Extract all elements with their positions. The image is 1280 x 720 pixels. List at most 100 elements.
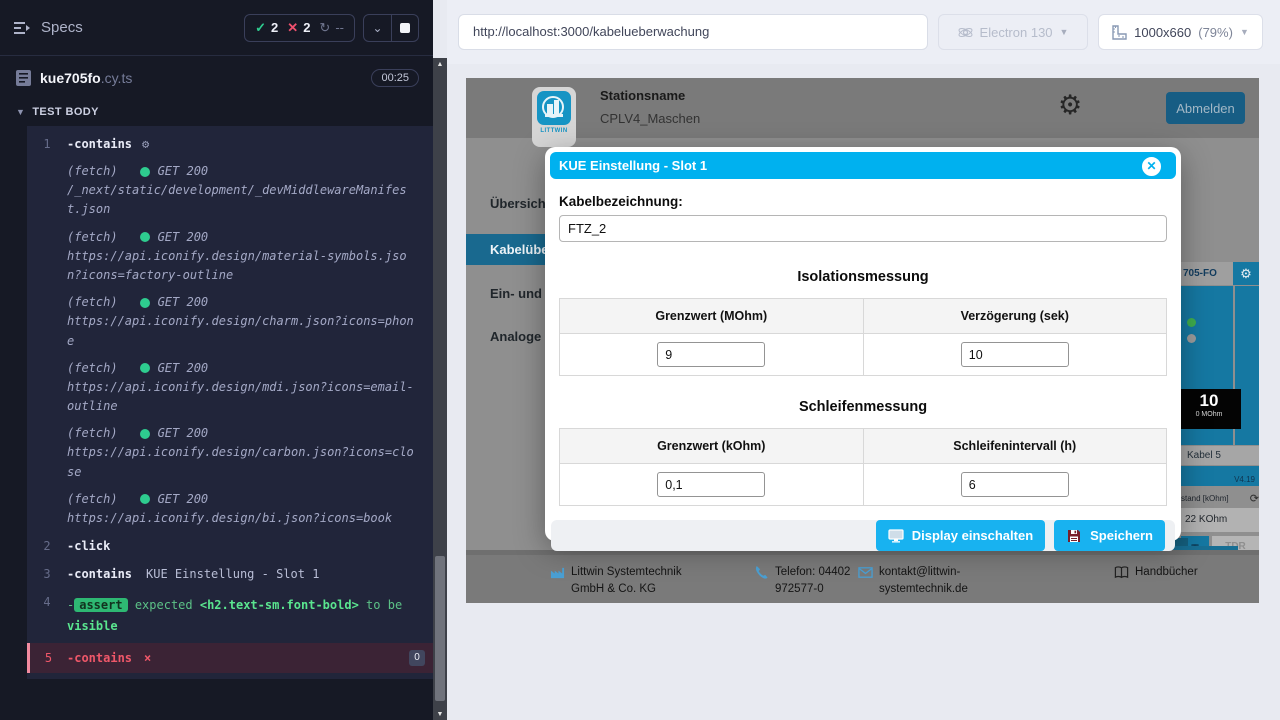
isolation-table: Grenzwert (MOhm) Verzögerung (sek) (559, 298, 1167, 376)
scroll-up-icon[interactable]: ▲ (433, 58, 447, 70)
command-name: -contains (67, 137, 132, 151)
assert-badge: assert (74, 598, 127, 612)
logout-button[interactable]: Abmelden (1166, 92, 1245, 124)
fetch-url: https://api.iconify.design/carbon.json?i… (67, 443, 419, 481)
measurement-display: 10 0 MOhm (1177, 389, 1241, 429)
scrollbar-thumb[interactable] (435, 556, 445, 701)
loop-section-title: Schleifenmessung (559, 399, 1167, 415)
spec-row[interactable]: kue705fo.cy.ts 00:25 (0, 56, 433, 97)
browser-label: Electron 130 (980, 25, 1053, 40)
run-controls: ⌄ (363, 14, 419, 42)
command-number (27, 424, 67, 482)
status-ok-icon (140, 494, 150, 504)
loop-interval-input[interactable] (961, 472, 1069, 497)
specs-menu-icon[interactable] (14, 21, 31, 35)
cable-name-input[interactable] (559, 215, 1167, 242)
passed-icon: ✓ (255, 20, 266, 36)
isolation-delay-input[interactable] (961, 342, 1069, 367)
command-row[interactable]: 2 -click (27, 532, 433, 560)
phone-icon (754, 565, 769, 580)
chevron-down-icon: ▼ (1240, 27, 1249, 37)
fetch-log-row[interactable]: (fetch)GET 200 https://api.iconify.desig… (27, 486, 433, 532)
browser-icon (958, 25, 973, 40)
fetch-log-row[interactable]: (fetch)GET 200 https://api.iconify.desig… (27, 224, 433, 290)
status-ok-icon (140, 429, 150, 439)
logo-text: LITTWIN (532, 128, 576, 134)
display-icon (888, 529, 904, 543)
fetch-log-row[interactable]: (fetch)GET 200 /_next/static/development… (27, 158, 433, 224)
fetch-prefix: (fetch) (67, 359, 118, 378)
assert-text: expected (135, 598, 193, 612)
fetch-prefix: (fetch) (67, 228, 118, 247)
assert-row[interactable]: 4 -assert expected <h2.text-sm.font-bold… (27, 588, 433, 643)
device-card-title: 705-FO (1181, 262, 1233, 285)
command-number: 4 (27, 595, 67, 609)
collapse-button[interactable]: ⌄ (364, 15, 391, 41)
command-log: 1 -contains ⚙ (fetch)GET 200 /_next/stat… (27, 126, 433, 679)
nav-item-uebersicht[interactable]: Übersicht (466, 196, 550, 211)
loop-limit-input[interactable] (657, 472, 765, 497)
retry-count-badge: 0 (409, 650, 425, 666)
status-ok-icon (140, 298, 150, 308)
fetch-log-row[interactable]: (fetch)GET 200 https://api.iconify.desig… (27, 289, 433, 355)
fetch-status: GET 200 (158, 162, 209, 181)
reporter-scrollbar[interactable]: ▲ ▼ (433, 58, 447, 720)
status-gray-dot (1187, 334, 1196, 343)
fetch-status: GET 200 (158, 228, 209, 247)
command-name: -contains (67, 567, 132, 581)
modal-close-button[interactable]: ✕ (1140, 155, 1163, 178)
viewport-select[interactable]: 1000x660 (79%) ▼ (1098, 14, 1263, 50)
command-number: 3 (27, 567, 67, 581)
station-label: Stationsname (600, 88, 700, 103)
loop-table: Grenzwert (kOhm) Schleifenintervall (h) (559, 428, 1167, 506)
command-number: 1 (27, 137, 67, 151)
littwin-logo-icon (537, 91, 571, 125)
fetch-log-row[interactable]: (fetch)GET 200 https://api.iconify.desig… (27, 355, 433, 421)
app-footer: Littwin Systemtechnik GmbH & Co. KG Tele… (466, 555, 1259, 603)
fetch-prefix: (fetch) (67, 424, 118, 443)
assert-selector: <h2.text-sm.font-bold> (200, 598, 359, 612)
command-number: 2 (27, 539, 67, 553)
status-ok-icon (140, 167, 150, 177)
command-row[interactable]: 1 -contains ⚙ (27, 130, 433, 158)
display-unit: 0 MOhm (1177, 411, 1241, 418)
fetch-status: GET 200 (158, 359, 209, 378)
refresh-icon[interactable]: ⟳ (1250, 492, 1259, 505)
stop-button[interactable] (391, 15, 418, 41)
reporter-header: Specs ✓2 ✕2 ↻-- ⌄ (0, 0, 433, 56)
display-on-button[interactable]: Display einschalten (876, 520, 1045, 551)
command-number (27, 490, 67, 528)
kabel-label: Kabel 5 (1181, 445, 1259, 465)
command-row[interactable]: 3 -contains KUE Einstellung - Slot 1 (27, 560, 433, 588)
fetch-url: /_next/static/development/_devMiddleware… (67, 181, 419, 219)
fetch-log-row[interactable]: (fetch)GET 200 https://api.iconify.desig… (27, 420, 433, 486)
display-value: 10 (1177, 391, 1241, 411)
modal-footer: Display einschalten Speichern (551, 520, 1175, 551)
contact-email[interactable]: kontakt@littwin-systemtechnik.de (879, 564, 989, 599)
topbar: http://localhost:3000/kabelueberwachung … (447, 0, 1280, 64)
test-body-header[interactable]: ▼ TEST BODY (0, 97, 433, 126)
app-settings-gear-icon[interactable]: ⚙ (1058, 90, 1082, 121)
url-input[interactable]: http://localhost:3000/kabelueberwachung (458, 14, 928, 50)
email-icon (858, 565, 873, 580)
scroll-down-icon[interactable]: ▼ (433, 708, 447, 720)
device-gear-icon[interactable]: ⚙ (1233, 262, 1259, 285)
manuals-link[interactable]: Handbücher (1135, 564, 1198, 581)
command-number (27, 293, 67, 351)
kue-device-card: 705-FO ⚙ 10 0 MOhm Kabel 5 V4.19 stand [… (1181, 262, 1259, 545)
isolation-limit-input[interactable] (657, 342, 765, 367)
browser-select[interactable]: Electron 130 ▼ (938, 14, 1088, 50)
save-button[interactable]: Speichern (1054, 520, 1165, 551)
fetch-status: GET 200 (158, 490, 209, 509)
kue-settings-modal: KUE Einstellung - Slot 1 ✕ Kabelbezeichn… (545, 147, 1181, 541)
pending-icon: ↻ (319, 20, 330, 36)
cypress-reporter-panel: Specs ✓2 ✕2 ↻-- ⌄ kue705fo.cy.ts 00:25 (0, 0, 433, 720)
specs-label[interactable]: Specs (41, 19, 83, 36)
nav-item-analoge-eingaenge[interactable]: Analoge Ei (466, 329, 557, 344)
failed-command-row[interactable]: 5 -contains × 0 (27, 643, 433, 673)
failed-icon: ✕ (287, 20, 298, 36)
cable-name-label: Kabelbezeichnung: (559, 194, 1167, 209)
chevron-down-icon: ▼ (1060, 27, 1069, 37)
company-name: Littwin Systemtechnik GmbH & Co. KG (571, 564, 701, 599)
save-floppy-icon (1066, 529, 1082, 543)
